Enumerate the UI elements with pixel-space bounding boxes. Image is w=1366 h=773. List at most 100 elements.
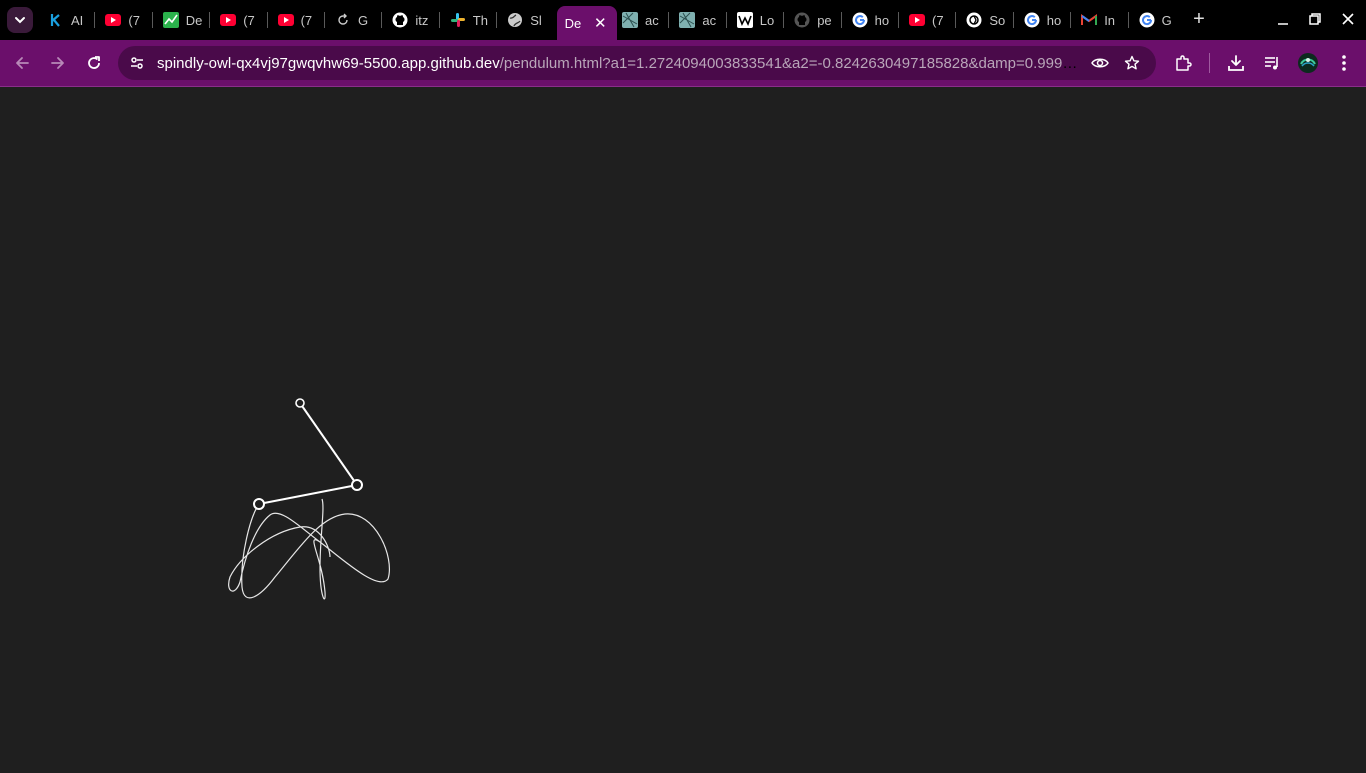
url-path: /pendulum.html?a1=1.2724094003833541&a2=… [499, 55, 1079, 72]
map-icon [622, 12, 638, 28]
tab-separator [496, 12, 498, 28]
tab[interactable]: So [958, 6, 1008, 34]
minimize-icon [1278, 23, 1288, 25]
google-icon [852, 12, 868, 28]
tab-title: ho [1046, 12, 1062, 28]
downloads-button[interactable] [1225, 52, 1247, 74]
upper-rod [299, 402, 358, 486]
puzzle-icon [1176, 55, 1192, 71]
reading-mode-button[interactable] [1090, 53, 1110, 73]
address-bar[interactable]: spindly-owl-qx4vj97gwqvhw69-5500.app.git… [118, 46, 1156, 80]
globe-icon [507, 12, 523, 28]
tab-title: G [1161, 12, 1172, 28]
tab-active[interactable]: De ✕ [556, 6, 617, 40]
tab-separator [955, 12, 957, 28]
google-icon [1139, 12, 1155, 28]
tab[interactable]: AI [40, 6, 90, 34]
browser-menu-button[interactable] [1333, 52, 1355, 74]
tab[interactable]: ho [1016, 6, 1066, 34]
chart-icon [162, 12, 179, 28]
media-controls-button[interactable] [1261, 52, 1283, 74]
slack-icon [450, 12, 466, 28]
reload-icon [88, 56, 100, 69]
google-icon [1024, 12, 1040, 28]
k-icon [48, 12, 64, 28]
url-text[interactable]: spindly-owl-qx4vj97gwqvhw69-5500.app.git… [157, 55, 1079, 72]
tab[interactable]: De [155, 6, 205, 34]
tab-separator [438, 12, 440, 28]
tab-title: pe [817, 12, 832, 28]
tab[interactable]: (7 [270, 6, 320, 34]
url-host: spindly-owl-qx4vj97gwqvhw69-5500.app.git… [157, 55, 500, 72]
openai-icon [966, 12, 982, 28]
arrow-left-icon [16, 57, 29, 69]
lower-rod [258, 484, 358, 505]
avatar-icon [1298, 53, 1318, 73]
tab[interactable]: G [327, 6, 377, 34]
tab-title: (7 [300, 12, 313, 28]
tab-separator [94, 12, 96, 28]
window-close-button[interactable] [1336, 8, 1360, 32]
tab[interactable]: Sl [499, 6, 549, 34]
tab[interactable]: pe [786, 6, 836, 34]
tab[interactable]: (7 [901, 6, 951, 34]
tab-title: itz [415, 12, 429, 28]
tune-icon [131, 57, 143, 69]
chevron-down-icon [15, 17, 25, 24]
tab-separator [1070, 12, 1072, 28]
tab-title: ho [874, 12, 890, 28]
tab-separator [266, 12, 268, 28]
first-bob[interactable] [351, 479, 363, 491]
tab-separator [381, 12, 383, 28]
tab-close-button[interactable]: ✕ [594, 14, 607, 32]
pendulum-scene [228, 398, 390, 600]
maximize-button[interactable] [1303, 8, 1327, 32]
tab-separator [324, 12, 325, 28]
tab-title: So [989, 12, 1006, 28]
tab-separator [209, 12, 211, 28]
refresh-arrow-icon [335, 12, 351, 28]
tab[interactable]: ac [614, 6, 664, 34]
tab-separator [898, 12, 899, 28]
site-info-button[interactable] [127, 53, 147, 73]
tab-separator [783, 12, 785, 28]
tab[interactable]: (7 [97, 6, 147, 34]
extensions-button[interactable] [1172, 52, 1194, 74]
tab-separator [725, 12, 727, 28]
tab[interactable]: ho [844, 6, 894, 34]
tab[interactable]: (7 [212, 6, 262, 34]
tab-separator [840, 12, 842, 28]
forward-button[interactable] [46, 51, 70, 75]
tab[interactable]: Th [442, 6, 492, 34]
close-icon [1342, 13, 1354, 25]
tab-title: Sl [530, 12, 542, 28]
tab-title: Th [472, 12, 488, 28]
tab-title: (7 [932, 12, 944, 28]
reload-button[interactable] [82, 51, 106, 75]
browser-toolbar: spindly-owl-qx4vj97gwqvhw69-5500.app.git… [0, 40, 1366, 86]
tab[interactable]: In [1073, 6, 1123, 34]
tab-separator [1127, 12, 1129, 28]
tab[interactable]: Lo [729, 6, 779, 34]
tab-separator [151, 12, 153, 28]
tab-separator [1012, 12, 1014, 28]
back-button[interactable] [10, 51, 34, 75]
download-icon [1228, 55, 1244, 71]
bookmark-button[interactable] [1122, 53, 1142, 73]
tab-title: Lo [759, 12, 775, 28]
tab-title: De [185, 12, 203, 28]
new-tab-button[interactable]: + [1188, 8, 1210, 30]
minimize-button[interactable] [1271, 8, 1295, 32]
tab[interactable]: ac [671, 6, 721, 34]
profile-avatar[interactable] [1297, 52, 1319, 74]
eye-icon [1091, 58, 1109, 68]
tab[interactable]: itz [384, 6, 434, 34]
tab-search-button[interactable] [7, 7, 33, 33]
github-icon [392, 12, 408, 28]
gmail-icon [1081, 12, 1098, 28]
arrow-right-icon [51, 57, 64, 69]
second-bob[interactable] [253, 498, 265, 510]
pivot-point [295, 398, 305, 408]
toolbar-divider [1209, 53, 1210, 73]
tab[interactable]: G [1131, 6, 1181, 34]
